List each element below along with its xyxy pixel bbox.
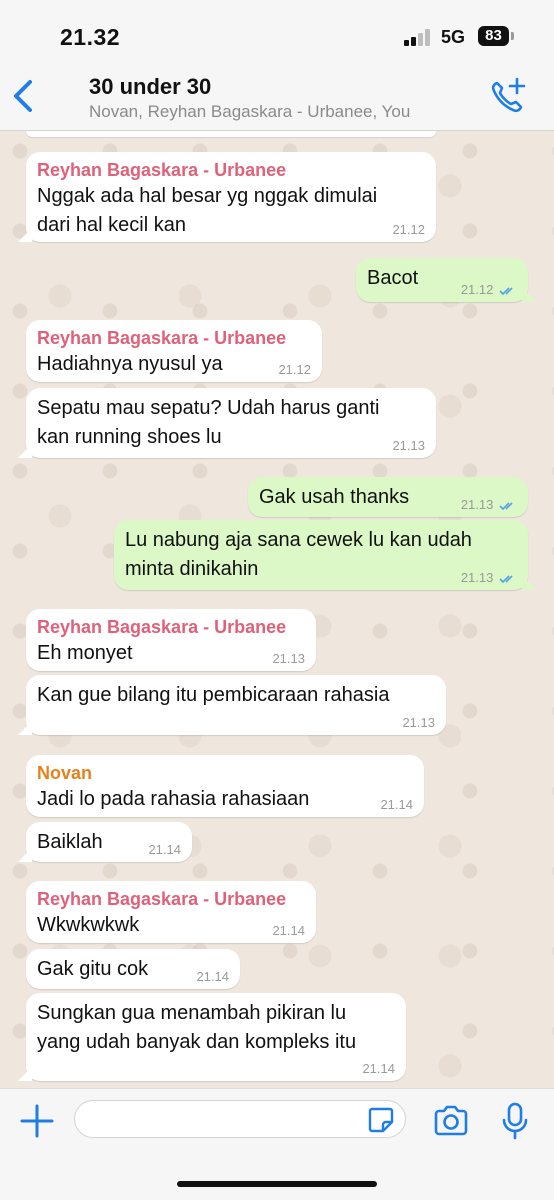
sticker-button[interactable] bbox=[367, 1106, 395, 1134]
message-time: 21.12 bbox=[278, 362, 311, 377]
message-text: Sepatu mau sepatu? Udah harus ganti kan … bbox=[37, 397, 380, 448]
read-receipt-icon bbox=[499, 574, 513, 583]
message-time: 21.12 bbox=[460, 282, 494, 297]
microphone-icon bbox=[502, 1102, 528, 1140]
home-indicator[interactable] bbox=[177, 1181, 377, 1187]
incoming-message[interactable]: Reyhan Bagaskara - Urbanee Wkwkwkwk 21.1… bbox=[26, 881, 316, 943]
incoming-message[interactable]: Sepatu mau sepatu? Udah harus ganti kan … bbox=[18, 388, 436, 458]
message-sender: Reyhan Bagaskara - Urbanee bbox=[37, 889, 287, 909]
message-time: 21.13 bbox=[272, 651, 305, 666]
message-time-wrap: 21.13 bbox=[461, 570, 517, 585]
message-time-wrap: 21.13 bbox=[461, 497, 517, 512]
message-time-wrap: 21.12 bbox=[461, 282, 517, 297]
chat-messages[interactable]: Reyhan Bagaskara - Urbanee Nggak ada hal… bbox=[0, 131, 554, 1088]
message-composer bbox=[0, 1088, 554, 1200]
message-time: 21.12 bbox=[392, 222, 425, 237]
message-time: 21.14 bbox=[272, 923, 305, 938]
message-text: Nggak ada hal besar yg nggak dimulai dar… bbox=[37, 185, 378, 236]
message-sender: Reyhan Bagaskara - Urbanee bbox=[37, 328, 287, 348]
incoming-message[interactable]: Reyhan Bagaskara - Urbanee Nggak ada hal… bbox=[18, 152, 436, 242]
message-sender: Reyhan Bagaskara - Urbanee bbox=[37, 160, 287, 180]
message-text: Kan gue bilang itu pembicaraan rahasia bbox=[37, 684, 390, 706]
add-call-button[interactable] bbox=[488, 76, 528, 116]
battery-level: 83 bbox=[485, 27, 502, 44]
message-text: Wkwkwkwk bbox=[37, 914, 140, 936]
message-time: 21.14 bbox=[362, 1061, 395, 1076]
outgoing-message[interactable]: Gak usah thanks 21.13 bbox=[248, 477, 528, 517]
read-receipt-icon bbox=[499, 501, 513, 510]
battery-icon: 83 bbox=[478, 26, 509, 46]
cellular-signal-icon bbox=[404, 28, 434, 46]
incoming-message[interactable]: Novan Jadi lo pada rahasia rahasiaan 21.… bbox=[26, 755, 424, 817]
message-text: Jadi lo pada rahasia rahasiaan bbox=[37, 788, 310, 810]
incoming-message[interactable]: Sungkan gua menambah pikiran lu yang uda… bbox=[18, 993, 406, 1081]
message-sender: Reyhan Bagaskara - Urbanee bbox=[37, 617, 287, 637]
partial-message-bubble bbox=[26, 131, 436, 137]
message-time: 21.13 bbox=[402, 715, 435, 730]
incoming-message[interactable]: Kan gue bilang itu pembicaraan rahasia 2… bbox=[18, 675, 446, 735]
back-button[interactable] bbox=[8, 74, 40, 118]
outgoing-message[interactable]: Lu nabung aja sana cewek lu kan udah min… bbox=[114, 520, 536, 590]
battery-tip bbox=[511, 32, 514, 40]
outgoing-message[interactable]: Bacot 21.12 bbox=[356, 258, 536, 302]
incoming-message[interactable]: Reyhan Bagaskara - Urbanee Eh monyet 21.… bbox=[26, 609, 316, 671]
chat-title[interactable]: 30 under 30 bbox=[89, 74, 211, 100]
message-time: 21.13 bbox=[460, 497, 494, 512]
camera-icon bbox=[434, 1105, 468, 1136]
message-text: Sungkan gua menambah pikiran lu yang uda… bbox=[37, 1002, 357, 1053]
incoming-message[interactable]: Baiklah 21.14 bbox=[18, 822, 192, 862]
attach-button[interactable] bbox=[18, 1102, 56, 1140]
chat-header: 30 under 30 Novan, Reyhan Bagaskara - Ur… bbox=[0, 62, 554, 131]
message-text: Lu nabung aja sana cewek lu kan udah min… bbox=[125, 529, 472, 580]
status-time: 21.32 bbox=[60, 24, 121, 50]
read-receipt-icon bbox=[499, 286, 513, 295]
status-bar: 21.32 5G 83 bbox=[0, 0, 554, 62]
message-time: 21.14 bbox=[196, 969, 229, 984]
plus-icon bbox=[20, 1104, 54, 1138]
chat-participants[interactable]: Novan, Reyhan Bagaskara - Urbanee, You bbox=[89, 102, 410, 122]
incoming-message[interactable]: Reyhan Bagaskara - Urbanee Hadiahnya nyu… bbox=[26, 320, 322, 382]
message-time: 21.14 bbox=[380, 797, 413, 812]
chevron-left-icon bbox=[14, 80, 32, 112]
message-text: Eh monyet bbox=[37, 642, 133, 664]
camera-button[interactable] bbox=[432, 1104, 470, 1138]
message-time: 21.13 bbox=[460, 570, 494, 585]
network-type: 5G bbox=[441, 27, 466, 47]
message-time: 21.14 bbox=[148, 842, 181, 857]
microphone-button[interactable] bbox=[500, 1101, 530, 1141]
phone-plus-icon bbox=[491, 77, 526, 113]
message-input[interactable] bbox=[74, 1100, 406, 1138]
message-time: 21.13 bbox=[392, 438, 425, 453]
incoming-message[interactable]: Gak gitu cok 21.14 bbox=[26, 949, 240, 989]
message-sender: Novan bbox=[37, 763, 93, 783]
message-text: Hadiahnya nyusul ya bbox=[37, 353, 223, 375]
sticker-icon bbox=[368, 1107, 394, 1133]
